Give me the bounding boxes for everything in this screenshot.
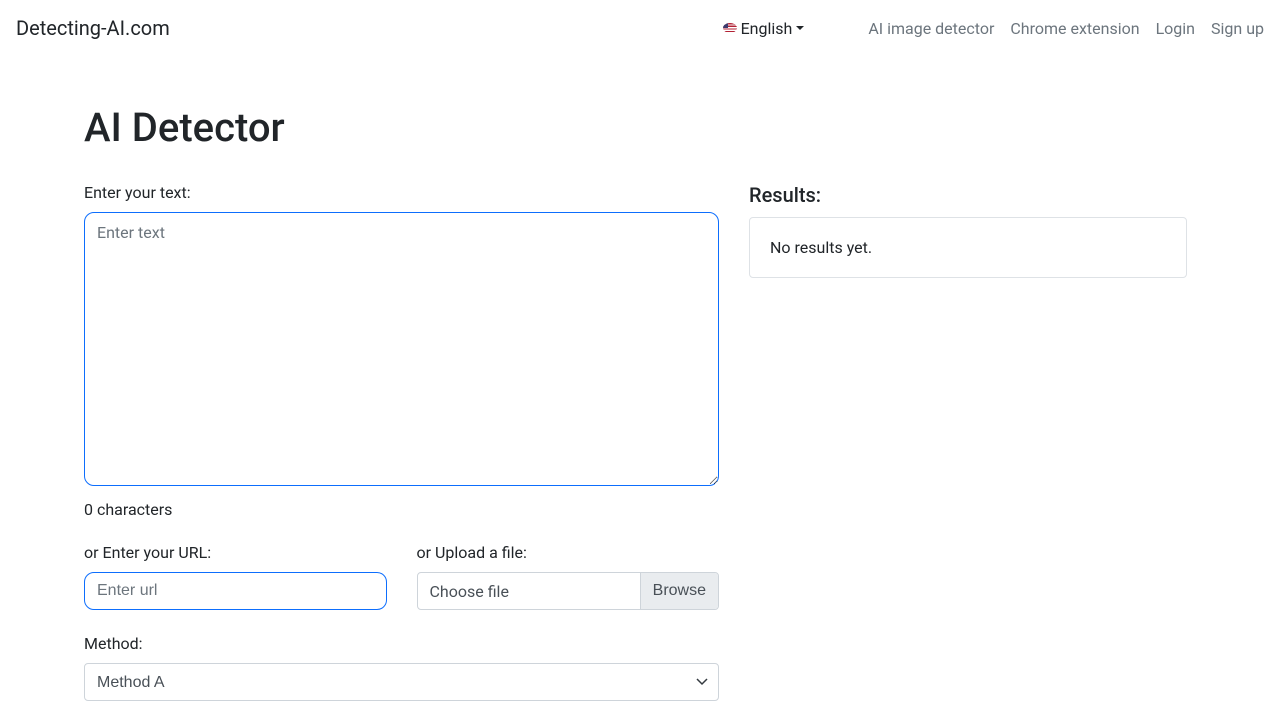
url-input-col: or Enter your URL: <box>84 543 387 610</box>
right-column: Results: No results yet. <box>749 183 1187 701</box>
language-dropdown[interactable]: English <box>723 19 805 38</box>
results-title: Results: <box>749 183 1187 207</box>
file-input[interactable]: Choose file Browse <box>417 572 720 610</box>
page-title: AI Detector <box>84 104 1196 151</box>
method-select[interactable]: Method A <box>84 663 719 701</box>
brand-link[interactable]: Detecting-AI.com <box>16 16 170 40</box>
language-label: English <box>741 19 793 38</box>
file-placeholder: Choose file <box>418 573 640 609</box>
navbar: Detecting-AI.com English AI image detect… <box>0 0 1280 56</box>
method-section: Method: Method A <box>84 634 719 701</box>
flag-us-icon <box>723 23 737 33</box>
method-label: Method: <box>84 634 719 653</box>
chevron-down-icon <box>796 26 804 30</box>
text-input[interactable] <box>84 212 719 486</box>
nav-link-login[interactable]: Login <box>1156 19 1195 38</box>
nav-links: AI image detector Chrome extension Login… <box>868 19 1264 38</box>
browse-button[interactable]: Browse <box>640 573 718 609</box>
url-input[interactable] <box>84 572 387 610</box>
input-row: or Enter your URL: or Upload a file: Cho… <box>84 543 719 610</box>
nav-link-signup[interactable]: Sign up <box>1211 19 1264 38</box>
text-input-label: Enter your text: <box>84 183 719 202</box>
left-column: Enter your text: 0 characters or Enter y… <box>84 183 719 701</box>
file-input-label: or Upload a file: <box>417 543 720 562</box>
file-input-col: or Upload a file: Choose file Browse <box>417 543 720 610</box>
url-input-label: or Enter your URL: <box>84 543 387 562</box>
nav-link-image-detector[interactable]: AI image detector <box>868 19 994 38</box>
results-body: No results yet. <box>770 238 872 257</box>
nav-link-chrome-extension[interactable]: Chrome extension <box>1010 19 1139 38</box>
results-card: No results yet. <box>749 217 1187 278</box>
character-count: 0 characters <box>84 500 719 519</box>
main-container: AI Detector Enter your text: 0 character… <box>0 56 1280 701</box>
main-row: Enter your text: 0 characters or Enter y… <box>84 183 1196 701</box>
